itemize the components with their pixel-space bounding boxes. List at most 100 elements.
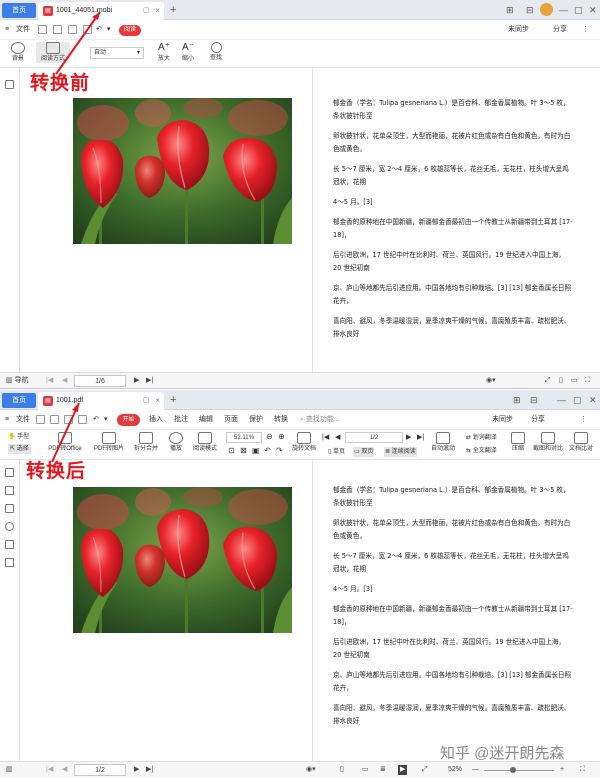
print-icon[interactable] — [64, 415, 73, 424]
tab-close-icon[interactable]: × — [155, 396, 160, 406]
export-icon[interactable] — [83, 25, 92, 34]
signature-icon[interactable] — [5, 540, 14, 549]
single-page-icon[interactable]: ▯ — [559, 376, 563, 386]
bookmark-icon[interactable] — [5, 80, 14, 89]
select-tool[interactable]: ⇱ 选择 — [8, 444, 31, 454]
zoom-out-icon[interactable]: ⊖ — [266, 432, 273, 442]
zoom-select[interactable]: 52.11% — [226, 432, 262, 443]
open-icon[interactable] — [36, 415, 45, 424]
layout-icon[interactable]: ⊞ — [513, 394, 521, 406]
last-page-icon[interactable]: ▶| — [417, 433, 424, 443]
page-indicator[interactable]: 1/2 — [74, 764, 126, 776]
double-page-button[interactable]: ▭ 双页 — [353, 447, 375, 457]
actual-size-icon[interactable]: ▣ — [252, 446, 260, 456]
attachment-icon[interactable] — [5, 522, 14, 531]
fullscreen-icon[interactable]: ⛶ — [585, 376, 590, 386]
single-page-icon[interactable]: ▯ — [340, 765, 344, 775]
close-window-icon[interactable]: ✕ — [589, 394, 597, 406]
continuous-icon[interactable]: ≣ — [380, 765, 386, 775]
read-mode-button[interactable]: 阅读模式 — [190, 432, 220, 453]
export-icon[interactable] — [78, 415, 87, 424]
hand-tool[interactable]: ✋ 手型 — [8, 432, 29, 442]
single-page-button[interactable]: ▯ 单页 — [328, 447, 345, 457]
find-button[interactable]: 查找 — [206, 42, 226, 62]
last-page-icon[interactable]: ▶| — [146, 376, 153, 386]
fit-icon[interactable]: ⤢ — [545, 376, 551, 386]
zoom-pct[interactable]: 52% — [448, 765, 462, 775]
more-icon[interactable]: ▾ — [107, 25, 111, 35]
last-page-icon[interactable]: ▶| — [146, 765, 153, 775]
document-canvas[interactable]: 郁金香（学名：Tulipa gesneriana L.）是百合科、郁金香属植物。… — [21, 460, 600, 761]
nav-toggle-icon[interactable]: ▥ — [6, 765, 13, 775]
word-translate-button[interactable]: ⇄ 划词翻译 — [466, 433, 497, 443]
double-page-icon[interactable]: ▭ — [571, 376, 578, 386]
layers-icon[interactable] — [5, 558, 14, 567]
document-canvas[interactable]: 郁金香（学名：Tulipa gesneriana L.）是百合科、郁金香属植物。… — [21, 68, 600, 372]
grid-icon[interactable]: ⊟ — [530, 394, 538, 406]
home-tab[interactable]: 首页 — [2, 3, 36, 18]
grid-icon[interactable]: ⊟ — [526, 4, 534, 16]
prev-page-icon[interactable]: ◀ — [62, 765, 67, 775]
fit-page-icon[interactable]: ⊠ — [240, 446, 247, 456]
tab-close-icon[interactable]: × — [155, 6, 160, 16]
eye-mode-icon[interactable]: ◉▾ — [306, 765, 316, 775]
tab-page[interactable]: 页面 — [224, 415, 238, 425]
eye-mode-icon[interactable]: ◉▾ — [486, 376, 496, 386]
play-icon[interactable]: ▶ — [398, 765, 408, 775]
more-menu-icon[interactable]: ⋮ — [582, 25, 589, 35]
prev-page-icon[interactable]: ◀ — [335, 433, 340, 443]
next-page-icon[interactable]: ▶ — [406, 433, 411, 443]
doc-compare-button[interactable]: 文档比对 — [566, 432, 596, 453]
undo-icon[interactable]: ↶ — [96, 25, 102, 35]
split-merge-button[interactable]: 拆分合并 — [130, 432, 162, 453]
zoom-out-button[interactable]: A⁻ 缩小 — [178, 42, 198, 63]
fit-icon[interactable]: ⤢ — [422, 765, 428, 775]
zoom-in-icon[interactable]: + — [560, 765, 564, 775]
read-mode-tab[interactable]: 阅读 — [119, 25, 141, 36]
prev-page-icon[interactable]: ◀ — [62, 376, 67, 386]
play-button[interactable]: 播放 — [166, 432, 186, 453]
minimize-icon[interactable]: — — [559, 4, 568, 16]
new-tab-icon[interactable]: + — [170, 393, 176, 407]
compress-button[interactable]: 压缩 — [508, 432, 528, 453]
page-input[interactable]: 1/2 — [345, 432, 403, 443]
screenshot-compare-button[interactable]: 截图和对比 — [531, 432, 565, 453]
bookmark-icon[interactable] — [5, 468, 14, 477]
zoom-in-icon[interactable]: ⊕ — [278, 432, 285, 442]
sync-status[interactable]: 未同步 — [508, 25, 529, 35]
next-page-icon[interactable]: ▶ — [134, 765, 139, 775]
first-page-icon[interactable]: |◀ — [46, 376, 53, 386]
tab-convert[interactable]: 转换 — [274, 415, 288, 425]
fit-width-icon[interactable]: ⊡ — [228, 446, 235, 456]
rotate-doc-button[interactable]: 旋转文档 — [292, 432, 316, 453]
maximize-icon[interactable]: ▢ — [573, 394, 582, 406]
sync-status[interactable]: 未同步 — [492, 415, 513, 425]
nav-toggle[interactable]: ▥ 导航 — [6, 376, 29, 386]
undo-icon[interactable]: ↶ — [93, 415, 99, 425]
auto-scroll-button[interactable]: 自动滚动 — [428, 432, 458, 453]
fullscreen-icon[interactable]: ⛶ — [580, 765, 585, 775]
document-tab[interactable]: ▤ 1001_44051.mobi ▢ × — [38, 2, 164, 20]
double-page-icon[interactable]: ▭ — [362, 765, 369, 775]
tab-insert[interactable]: 插入 — [149, 415, 163, 425]
tab-restore-icon[interactable]: ▢ — [143, 6, 150, 16]
print-icon[interactable] — [68, 25, 77, 34]
share-button[interactable]: 分享 — [531, 415, 545, 425]
tab-edit[interactable]: 编辑 — [199, 415, 213, 425]
tab-protect[interactable]: 保护 — [249, 415, 263, 425]
home-tab[interactable]: 首页 — [2, 393, 36, 408]
avatar[interactable] — [540, 3, 553, 16]
maximize-icon[interactable]: ▢ — [574, 4, 583, 16]
zoom-slider[interactable] — [484, 770, 554, 771]
rotate-left-icon[interactable]: ↶ — [264, 446, 271, 456]
full-translate-button[interactable]: ⇆ 全文翻译 — [466, 446, 497, 456]
new-tab-icon[interactable]: + — [170, 3, 176, 17]
layout-icon[interactable]: ⊞ — [506, 4, 514, 16]
background-button[interactable]: 背景 — [6, 42, 30, 63]
document-tab[interactable]: ▤ 1001.pdf ▢ × — [38, 392, 164, 410]
page-indicator[interactable]: 1/6 — [74, 375, 126, 387]
share-button[interactable]: 分享 — [553, 25, 567, 35]
auto-select[interactable]: 自动 ▾ — [90, 47, 144, 59]
tab-annotate[interactable]: 批注 — [174, 415, 188, 425]
zoom-in-button[interactable]: A⁺ 放大 — [154, 42, 174, 63]
